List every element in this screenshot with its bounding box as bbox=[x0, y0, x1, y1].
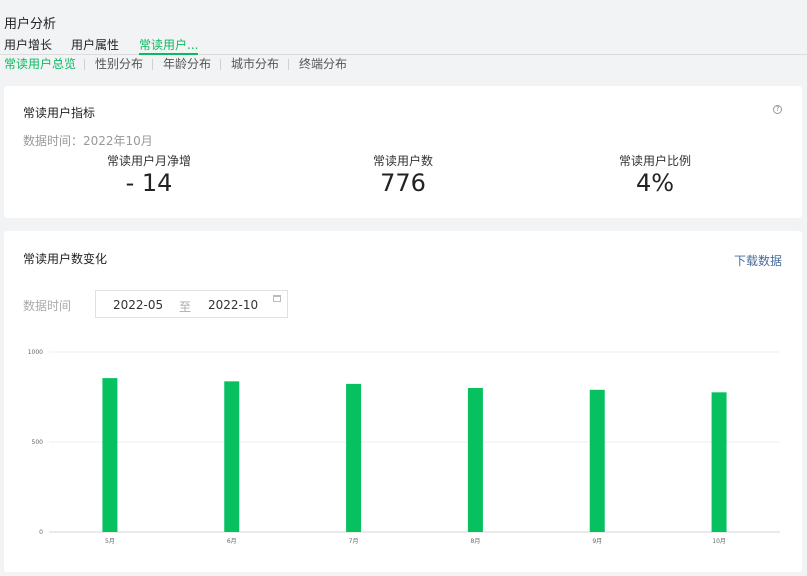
x-tick-label: 9月 bbox=[592, 538, 602, 545]
chart-bar[interactable] bbox=[467, 388, 483, 532]
bar-chart: 0 500 1000 5月 6月 7月 8月 9月 10月 bbox=[28, 349, 780, 545]
chart-bar[interactable] bbox=[102, 378, 118, 532]
y-tick-label: 500 bbox=[32, 439, 44, 446]
subtab-separator bbox=[152, 59, 153, 70]
subtab-gender[interactable]: 性别分布 bbox=[95, 57, 143, 72]
metric-frequent-users: 常读用户数 776 bbox=[313, 154, 493, 197]
x-tick-label: 5月 bbox=[105, 538, 115, 545]
subtab-city[interactable]: 城市分布 bbox=[231, 57, 279, 72]
metrics-card-title: 常读用户指标 bbox=[23, 106, 96, 120]
x-tick-label: 6月 bbox=[227, 538, 237, 545]
trend-card: 常读用户数变化 下载数据 数据时间 2022-05 至 2022-10 0 500… bbox=[4, 231, 802, 572]
metric-net-growth: 常读用户月净增 - 14 bbox=[59, 154, 239, 197]
tab-user-growth[interactable]: 用户增长 bbox=[4, 38, 52, 53]
subtab-device[interactable]: 终端分布 bbox=[299, 57, 347, 72]
tab-user-attributes[interactable]: 用户属性 bbox=[71, 38, 119, 53]
x-tick-label: 7月 bbox=[349, 538, 359, 545]
y-tick-label: 1000 bbox=[28, 349, 43, 356]
subtab-overview[interactable]: 常读用户总览 bbox=[4, 57, 76, 72]
metric-value: - 14 bbox=[125, 169, 173, 197]
question-circle-icon[interactable]: ? bbox=[773, 105, 782, 114]
tab-bar: 用户增长 用户属性 常读用户... bbox=[0, 38, 807, 55]
chart-bar[interactable] bbox=[224, 381, 240, 532]
metric-label: 常读用户月净增 bbox=[106, 154, 191, 168]
metric-label: 常读用户数 bbox=[372, 154, 433, 168]
x-tick-label: 10月 bbox=[712, 538, 726, 545]
metric-value: 4% bbox=[635, 169, 675, 197]
y-tick-label: 0 bbox=[39, 529, 43, 536]
metric-frequent-ratio: 常读用户比例 4% bbox=[565, 154, 745, 197]
tab-frequent-readers[interactable]: 常读用户... bbox=[139, 38, 199, 55]
subtab-age[interactable]: 年龄分布 bbox=[163, 57, 211, 72]
subtab-separator bbox=[84, 59, 85, 70]
x-tick-label: 8月 bbox=[471, 538, 481, 545]
chart-bar[interactable] bbox=[711, 392, 727, 532]
chart-bar[interactable] bbox=[346, 383, 362, 532]
metrics-card: 常读用户指标 ? 数据时间：2022年10月 常读用户月净增 - 14 常读用户… bbox=[4, 86, 802, 218]
subtab-separator bbox=[288, 59, 289, 70]
chart-bar[interactable] bbox=[589, 389, 605, 532]
page-title: 用户分析 bbox=[4, 17, 57, 32]
subtab-separator bbox=[220, 59, 221, 70]
data-time-label: 数据时间：2022年10月 bbox=[23, 134, 153, 148]
metric-label: 常读用户比例 bbox=[618, 154, 691, 168]
metric-value: 776 bbox=[380, 169, 426, 197]
